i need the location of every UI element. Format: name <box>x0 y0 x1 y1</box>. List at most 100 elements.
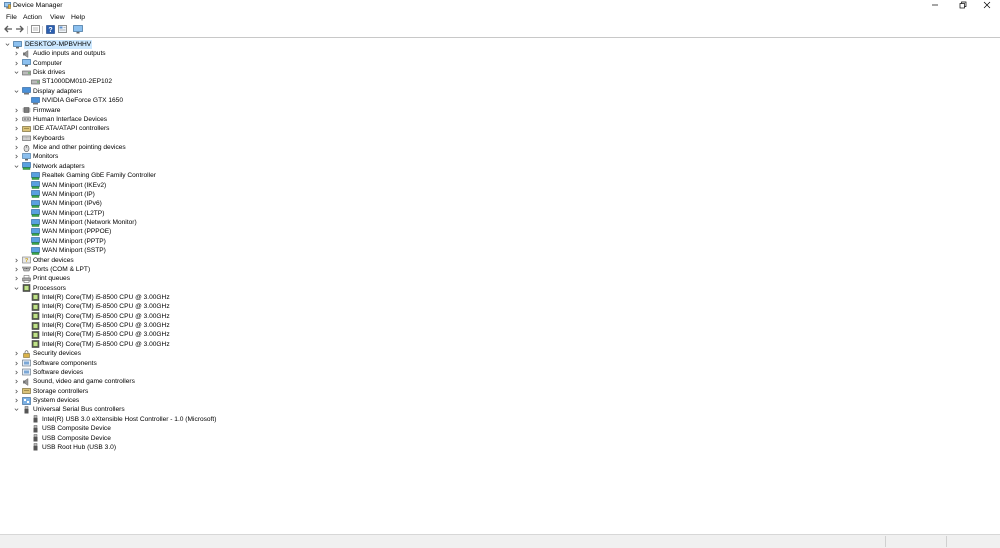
tree-device-node[interactable]: USB Composite Device <box>22 434 111 443</box>
tree-category-node[interactable]: Software components <box>13 359 97 368</box>
close-button[interactable] <box>974 0 1000 12</box>
processor-icon <box>31 303 40 311</box>
back-button[interactable] <box>3 25 13 35</box>
tree-category-node[interactable]: Processors <box>13 284 66 293</box>
toolbar-separator <box>27 26 28 34</box>
tree-device-node[interactable]: Intel(R) Core(TM) i5-8500 CPU @ 3.00GHz <box>22 302 170 311</box>
tree-category-node[interactable]: ? Other devices <box>13 256 74 265</box>
menu-file[interactable]: File <box>5 13 18 22</box>
network-icon <box>31 190 40 199</box>
tree-device-node[interactable]: WAN Miniport (L2TP) <box>22 209 104 218</box>
tree-device-node[interactable]: Intel(R) Core(TM) i5-8500 CPU @ 3.00GHz <box>22 340 170 349</box>
tree-node-label: WAN Miniport (L2TP) <box>42 209 105 217</box>
chevron-right-icon[interactable] <box>13 144 19 152</box>
tree-category-node[interactable]: Security devices <box>13 349 81 358</box>
network-icon <box>31 181 40 189</box>
tree-device-node[interactable]: WAN Miniport (SSTP) <box>22 246 106 255</box>
tree-device-node[interactable]: USB Root Hub (USB 3.0) <box>22 443 116 452</box>
tree-category-node[interactable]: Keyboards <box>13 134 65 143</box>
tree-category-node[interactable]: System devices <box>13 396 79 405</box>
chevron-right-icon[interactable] <box>13 350 19 358</box>
forward-button[interactable] <box>14 25 24 35</box>
tree-category-node[interactable]: Audio inputs and outputs <box>13 49 106 58</box>
tree-category-node[interactable]: Universal Serial Bus controllers <box>13 405 125 414</box>
tree-device-node[interactable]: WAN Miniport (Network Monitor) <box>22 218 137 227</box>
chevron-right-icon[interactable] <box>13 275 19 283</box>
show-hidden-button[interactable] <box>57 25 67 35</box>
disk-icon <box>31 78 40 86</box>
scan-hardware-button[interactable] <box>73 24 83 35</box>
tree-category-node[interactable]: Sound, video and game controllers <box>13 377 135 386</box>
chevron-down-icon[interactable] <box>13 87 19 95</box>
tree-device-node[interactable]: Intel(R) Core(TM) i5-8500 CPU @ 3.00GHz <box>22 330 170 339</box>
chevron-right-icon[interactable] <box>13 368 19 376</box>
tree-node-label: Security devices <box>33 350 82 358</box>
tree-device-node[interactable]: NVIDIA GeForce GTX 1650 <box>22 96 123 105</box>
network-icon <box>31 218 40 227</box>
tree-device-node[interactable]: WAN Miniport (PPTP) <box>22 237 106 246</box>
tree-node-label: WAN Miniport (IP) <box>42 190 95 198</box>
tree-device-node[interactable]: WAN Miniport (IKEv2) <box>22 181 106 190</box>
menu-action[interactable]: Action <box>22 13 43 22</box>
chevron-right-icon[interactable] <box>13 125 19 133</box>
tree-category-node[interactable]: Ports (COM & LPT) <box>13 265 90 274</box>
chevron-right-icon[interactable] <box>13 106 19 114</box>
chevron-down-icon[interactable] <box>13 69 19 77</box>
tree-device-node[interactable]: Intel(R) Core(TM) i5-8500 CPU @ 3.00GHz <box>22 293 170 302</box>
minimize-button[interactable] <box>922 0 948 12</box>
tree-category-node[interactable]: Mice and other pointing devices <box>13 143 126 152</box>
tree-node-label: Computer <box>33 59 62 67</box>
tree-device-node[interactable]: ST1000DM010-2EP102 <box>22 77 112 86</box>
menu-help[interactable]: Help <box>70 13 86 22</box>
network-icon <box>22 162 31 170</box>
chevron-right-icon[interactable] <box>13 265 19 273</box>
unknown-device-icon: ? <box>22 256 31 264</box>
chevron-right-icon[interactable] <box>13 153 19 161</box>
tree-device-node[interactable]: WAN Miniport (IPv6) <box>22 199 102 208</box>
chevron-down-icon[interactable] <box>13 162 19 170</box>
tree-root-node[interactable]: DESKTOP-MPBVHHV <box>4 40 93 49</box>
chip-icon <box>22 106 31 114</box>
chevron-down-icon[interactable] <box>13 406 19 414</box>
tree-category-node[interactable]: Display adapters <box>13 87 82 96</box>
chevron-right-icon[interactable] <box>13 387 19 395</box>
chevron-right-icon[interactable] <box>13 134 19 142</box>
tree-category-node[interactable]: Firmware <box>13 106 60 115</box>
restore-button[interactable] <box>950 0 976 12</box>
tree-category-node[interactable]: Monitors <box>13 152 58 161</box>
menu-view[interactable]: View <box>49 13 66 22</box>
close-icon <box>983 1 991 11</box>
tree-device-node[interactable]: Realtek Gaming GbE Family Controller <box>22 171 156 180</box>
chevron-down-icon[interactable] <box>13 284 19 292</box>
tree-category-node[interactable]: IDE ATA/ATAPI controllers <box>13 124 109 133</box>
network-icon <box>31 209 40 217</box>
tree-device-node[interactable]: USB Composite Device <box>22 424 111 433</box>
chevron-right-icon[interactable] <box>13 256 19 264</box>
chevron-right-icon[interactable] <box>13 115 19 123</box>
tree-category-node[interactable]: Disk drives <box>13 68 65 77</box>
chevron-right-icon[interactable] <box>13 59 19 67</box>
tree-device-node[interactable]: Intel(R) Core(TM) i5-8500 CPU @ 3.00GHz <box>22 312 170 321</box>
help-icon: ? <box>45 24 55 36</box>
tree-node-label: Network adapters <box>33 162 85 170</box>
properties-button[interactable] <box>30 25 40 35</box>
tree-device-node[interactable]: WAN Miniport (PPPOE) <box>22 227 111 236</box>
help-button[interactable]: ? <box>45 24 55 36</box>
tree-device-node[interactable]: WAN Miniport (IP) <box>22 190 95 199</box>
chevron-right-icon[interactable] <box>13 378 19 386</box>
tree-device-node[interactable]: Intel(R) Core(TM) i5-8500 CPU @ 3.00GHz <box>22 321 170 330</box>
tree-category-node[interactable]: Print queues <box>13 274 70 283</box>
tree-category-node[interactable]: Network adapters <box>13 162 85 171</box>
chevron-down-icon[interactable] <box>4 41 10 49</box>
chevron-right-icon[interactable] <box>13 50 19 58</box>
tree-category-node[interactable]: Computer <box>13 59 62 68</box>
chevron-right-icon[interactable] <box>13 397 19 405</box>
tree-device-node[interactable]: Intel(R) USB 3.0 eXtensible Host Control… <box>22 415 216 424</box>
tree-node-label: Mice and other pointing devices <box>33 144 126 152</box>
tree-category-node[interactable]: Storage controllers <box>13 387 88 396</box>
chevron-right-icon[interactable] <box>13 359 19 367</box>
tree-category-node[interactable]: Human Interface Devices <box>13 115 107 124</box>
tree-category-node[interactable]: Software devices <box>13 368 83 377</box>
